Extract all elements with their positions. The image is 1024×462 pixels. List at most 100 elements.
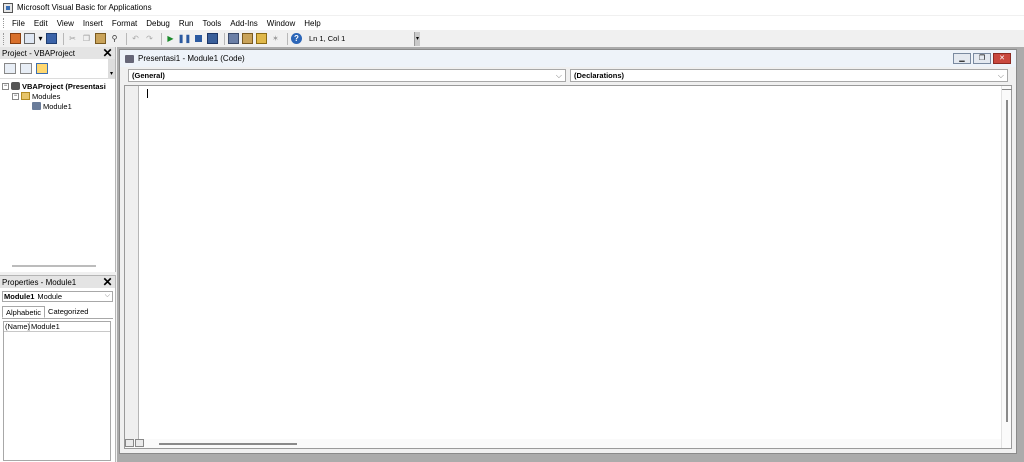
object-selector-type: Module	[37, 292, 63, 301]
view-object-icon[interactable]	[20, 63, 32, 74]
app-title: Microsoft Visual Basic for Applications	[17, 3, 152, 12]
toolbar-options-icon[interactable]: ▾	[414, 32, 420, 46]
redo-icon[interactable]: ↷	[144, 33, 155, 44]
toolbar-separator	[287, 32, 288, 45]
horizontal-scroll-thumb[interactable]	[159, 443, 297, 445]
close-icon[interactable]: ✕	[102, 46, 113, 60]
tree-item-project[interactable]: − VBAProject (Presentasi	[2, 81, 113, 91]
toolbox-icon[interactable]: ✶	[270, 33, 281, 44]
split-bar[interactable]	[1002, 86, 1012, 90]
save-icon[interactable]	[46, 33, 57, 44]
object-selector-name: Module1	[4, 292, 35, 301]
tab-categorized[interactable]: Categorized	[45, 306, 91, 318]
cut-icon[interactable]: ✂	[67, 33, 78, 44]
tree-item-modules[interactable]: − Modules	[2, 91, 113, 101]
menu-window[interactable]: Window	[267, 19, 295, 28]
tree-item-module1[interactable]: Module1	[2, 101, 113, 111]
help-icon[interactable]: ?	[291, 33, 302, 44]
project-tree: − VBAProject (Presentasi − Modules Modul…	[0, 79, 115, 113]
procedure-dropdown-value: (Declarations)	[574, 71, 625, 80]
insert-module-icon[interactable]	[24, 33, 35, 44]
view-code-icon[interactable]	[4, 63, 16, 74]
property-value[interactable]: Module1	[30, 322, 60, 331]
tree-item-project-label: VBAProject (Presentasi	[22, 81, 106, 91]
close-button[interactable]: ✕	[993, 53, 1011, 64]
run-icon[interactable]: ▶	[165, 33, 176, 44]
margin-indicator-bar[interactable]	[125, 86, 139, 448]
maximize-button[interactable]: ❐	[973, 53, 991, 64]
menu-file[interactable]: File	[12, 19, 25, 28]
break-icon[interactable]: ❚❚	[178, 33, 191, 44]
horizontal-scrollbar[interactable]	[125, 439, 1001, 448]
text-caret	[147, 89, 148, 98]
copy-icon[interactable]: ❐	[81, 33, 92, 44]
properties-tabs: Alphabetic Categorized	[2, 306, 113, 319]
close-icon[interactable]: ✕	[102, 275, 113, 289]
cursor-position: Ln 1, Col 1	[309, 34, 346, 43]
project-explorer-toolbar	[0, 59, 115, 79]
menu-format[interactable]: Format	[112, 19, 137, 28]
chevron-down-icon[interactable]: ⌵	[998, 71, 1004, 81]
project-explorer-icon[interactable]	[228, 33, 239, 44]
menu-tools[interactable]: Tools	[203, 19, 222, 28]
full-module-view-icon[interactable]	[135, 439, 144, 447]
object-browser-icon[interactable]	[256, 33, 267, 44]
menu-run[interactable]: Run	[179, 19, 194, 28]
menu-view[interactable]: View	[57, 19, 74, 28]
find-icon[interactable]: ⚲	[109, 33, 120, 44]
module-icon	[125, 54, 134, 63]
properties-window: Properties - Module1 ✕ Module1 Module ⌵ …	[0, 275, 116, 462]
toolbar-separator	[126, 32, 127, 45]
menu-add-ins[interactable]: Add-Ins	[230, 19, 258, 28]
paste-icon[interactable]	[95, 33, 106, 44]
chevron-down-icon[interactable]: ⌵	[556, 71, 562, 81]
toolbar-separator	[161, 32, 162, 45]
collapse-icon[interactable]: −	[12, 92, 19, 100]
folder-icon	[21, 92, 30, 100]
standard-toolbar: ▾ ✂ ❐ ⚲ ↶ ↷ ▶ ❚❚ ✶ ? Ln 1, Col 1 ▾	[0, 30, 420, 47]
procedure-view-icon[interactable]	[125, 439, 134, 447]
tree-item-module1-label: Module1	[43, 101, 72, 111]
code-dropdowns: (General) ⌵ (Declarations) ⌵	[128, 69, 1008, 82]
view-host-app-icon[interactable]	[10, 33, 21, 44]
code-editor[interactable]	[124, 85, 1012, 449]
title-bar: Microsoft Visual Basic for Applications	[0, 0, 1024, 15]
undo-icon[interactable]: ↶	[130, 33, 141, 44]
insert-dropdown-icon[interactable]: ▾	[38, 33, 43, 44]
properties-header: Properties - Module1 ✕	[0, 275, 115, 289]
property-row[interactable]: (Name) Module1	[4, 322, 110, 332]
menu-help[interactable]: Help	[304, 19, 320, 28]
project-toolbar-overflow[interactable]: ▾	[108, 59, 115, 79]
project-explorer-header: Project - VBAProject ✕	[0, 46, 115, 60]
properties-title: Properties - Module1	[2, 277, 77, 287]
minimize-button[interactable]: ▁	[953, 53, 971, 64]
procedure-dropdown[interactable]: (Declarations) ⌵	[570, 69, 1008, 82]
properties-window-icon[interactable]	[242, 33, 253, 44]
vba-app-icon	[3, 2, 13, 13]
module-icon	[32, 102, 41, 110]
project-explorer-title: Project - VBAProject	[2, 48, 75, 58]
collapse-icon[interactable]: −	[2, 82, 9, 90]
chevron-down-icon[interactable]: ⌵	[105, 292, 110, 300]
menu-debug[interactable]: Debug	[146, 19, 170, 28]
menu-grip[interactable]	[3, 18, 6, 28]
design-mode-icon[interactable]	[207, 33, 218, 44]
reset-icon[interactable]	[193, 33, 204, 44]
object-selector[interactable]: Module1 Module ⌵	[2, 291, 113, 302]
menu-bar: File Edit View Insert Format Debug Run T…	[0, 16, 1024, 30]
property-key: (Name)	[5, 322, 31, 331]
tree-item-modules-label: Modules	[32, 91, 61, 101]
toolbar-separator	[63, 32, 64, 45]
toggle-folders-icon[interactable]	[36, 63, 48, 74]
vertical-scrollbar[interactable]	[1001, 86, 1012, 448]
menu-insert[interactable]: Insert	[83, 19, 103, 28]
toolbar-separator	[224, 32, 225, 45]
vertical-scroll-thumb[interactable]	[1006, 100, 1008, 422]
project-horizontal-scrollbar[interactable]	[12, 265, 96, 267]
object-dropdown[interactable]: (General) ⌵	[128, 69, 566, 82]
toolbar-grip[interactable]	[3, 32, 6, 45]
menu-edit[interactable]: Edit	[34, 19, 48, 28]
properties-grid: (Name) Module1	[3, 321, 111, 461]
code-window-titlebar[interactable]: Presentasi1 - Module1 (Code)	[120, 50, 1016, 67]
tab-alphabetic[interactable]: Alphabetic	[2, 306, 46, 318]
